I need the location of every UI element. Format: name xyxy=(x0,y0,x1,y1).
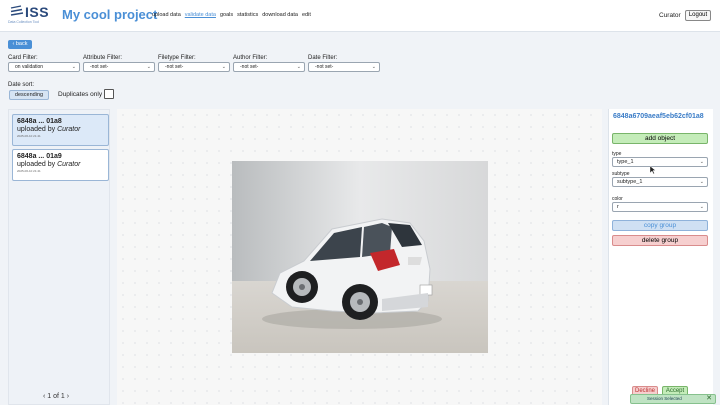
logout-button[interactable]: Logout xyxy=(685,10,711,21)
iss-logo[interactable]: ISS Data Collection Tool xyxy=(8,3,54,29)
back-button[interactable]: ‹ back xyxy=(8,40,32,49)
project-title: My cool project xyxy=(62,7,158,22)
next-page-icon[interactable]: › xyxy=(67,393,69,400)
date-sort-value: descending xyxy=(14,92,44,98)
card-list: 6848a ... 01a8 uploaded by Curator 2025-… xyxy=(8,109,110,405)
main-nav: upload data validate data goals statisti… xyxy=(152,12,311,18)
logo-subtitle: Data Collection Tool xyxy=(8,20,40,24)
card-item[interactable]: 6848a ... 01a9 uploaded by Curator 2025-… xyxy=(12,149,109,181)
filetype-filter-value: -not set- xyxy=(165,64,184,70)
chevron-down-icon: ⌄ xyxy=(221,64,226,70)
nav-edit[interactable]: edit xyxy=(302,12,311,18)
card-item[interactable]: 6848a ... 01a8 uploaded by Curator 2025-… xyxy=(12,114,109,146)
pagination: ‹ 1 of 1 › xyxy=(43,393,69,400)
attribute-filter-value: -not set- xyxy=(90,64,109,70)
card-filter-label: Card Filter: xyxy=(8,55,38,61)
nav-upload-data[interactable]: upload data xyxy=(152,12,181,18)
date-sort-select[interactable]: descending xyxy=(9,90,49,100)
chevron-down-icon: ⌄ xyxy=(296,64,301,70)
date-filter-label: Date Filter: xyxy=(308,55,338,61)
chevron-down-icon: ⌄ xyxy=(699,179,704,185)
color-select[interactable]: r ⌄ xyxy=(612,202,708,212)
close-icon[interactable]: ✕ xyxy=(706,395,712,403)
card-author: Curator xyxy=(57,161,81,168)
page-indicator: 1 of 1 xyxy=(47,393,65,400)
card-date: 2025-06-10 21:41 xyxy=(17,169,41,173)
author-filter-select[interactable]: -not set- ⌄ xyxy=(233,62,305,72)
type-value: type_1 xyxy=(617,159,634,165)
toast-notification: Session Selected ✕ xyxy=(630,394,716,404)
nav-download-data[interactable]: download data xyxy=(262,12,298,18)
delete-group-button[interactable]: delete group xyxy=(612,235,708,246)
logo-text: ISS xyxy=(25,4,50,20)
color-value: r xyxy=(617,204,619,210)
duplicates-only-label: Duplicates only xyxy=(58,91,103,98)
nav-goals[interactable]: goals xyxy=(220,12,233,18)
attribute-filter-label: Attribute Filter: xyxy=(83,55,123,61)
uploaded-by-text: uploaded by xyxy=(17,126,58,133)
toast-text: Session Selected xyxy=(647,396,682,401)
date-sort-label: Date sort: xyxy=(8,82,35,88)
copy-group-button[interactable]: copy group xyxy=(612,220,708,231)
nav-validate-data[interactable]: validate data xyxy=(185,12,216,18)
chevron-down-icon: ⌄ xyxy=(146,64,151,70)
nav-statistics[interactable]: statistics xyxy=(237,12,258,18)
chevron-down-icon: ⌄ xyxy=(699,159,704,165)
add-object-button[interactable]: add object xyxy=(612,133,708,144)
duplicates-only-checkbox[interactable] xyxy=(104,89,114,99)
date-filter-select[interactable]: -not set- ⌄ xyxy=(308,62,380,72)
subtype-value: subtype_1 xyxy=(617,179,643,185)
card-id: 6848a ... 01a8 xyxy=(17,118,62,125)
type-select[interactable]: type_1 ⌄ xyxy=(612,157,708,167)
car-photo[interactable] xyxy=(232,161,488,353)
author-filter-value: -not set- xyxy=(240,64,259,70)
subtype-select[interactable]: subtype_1 ⌄ xyxy=(612,177,708,187)
chevron-down-icon: ⌄ xyxy=(699,204,704,210)
filetype-filter-label: Filetype Filter: xyxy=(158,55,196,61)
card-filter-value: on validation xyxy=(15,64,44,70)
mouse-cursor-icon xyxy=(650,166,656,174)
uploaded-by-text: uploaded by xyxy=(17,161,58,168)
card-date: 2025-06-10 21:41 xyxy=(17,134,41,138)
chevron-down-icon: ⌄ xyxy=(371,64,376,70)
app-header: ISS Data Collection Tool My cool project… xyxy=(0,0,720,32)
filetype-filter-select[interactable]: -not set- ⌄ xyxy=(158,62,230,72)
chevron-down-icon: ⌄ xyxy=(71,64,76,70)
object-panel xyxy=(608,109,713,405)
current-user: Curator xyxy=(659,12,681,19)
prev-page-icon[interactable]: ‹ xyxy=(43,393,45,400)
object-id: 6848a6709aeaf5eb62cf01a8 xyxy=(613,113,704,120)
back-label: back xyxy=(15,41,28,47)
card-filter-select[interactable]: on validation ⌄ xyxy=(8,62,80,72)
author-filter-label: Author Filter: xyxy=(233,55,268,61)
card-uploader: uploaded by Curator xyxy=(17,126,104,133)
date-filter-value: -not set- xyxy=(315,64,334,70)
card-author: Curator xyxy=(57,126,81,133)
card-uploader: uploaded by Curator xyxy=(17,161,104,168)
logo-stripes-icon xyxy=(10,5,24,16)
attribute-filter-select[interactable]: -not set- ⌄ xyxy=(83,62,155,72)
card-id: 6848a ... 01a9 xyxy=(17,153,62,160)
